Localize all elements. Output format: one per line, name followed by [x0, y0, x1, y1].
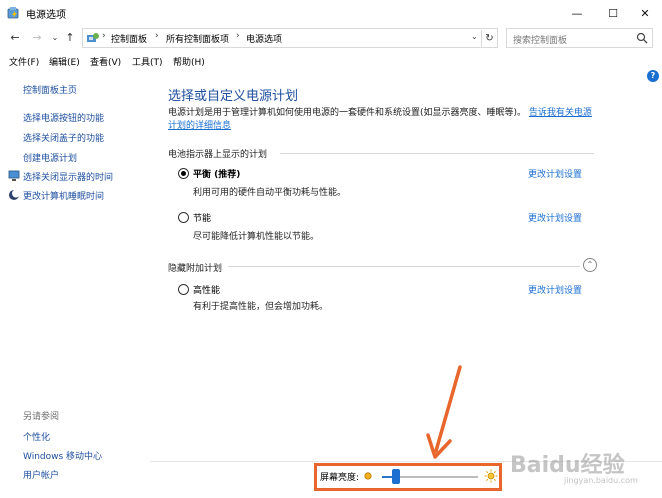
plan-description-high-performance: 有利于提高性能，但会增加功耗。 [193, 302, 329, 312]
sidebar-item-sleep[interactable]: 更改计算机睡眠时间 [23, 189, 104, 202]
refresh-icon: ↻ [485, 33, 494, 44]
description-text: 电源计划是用于管理计算机如何使用电源的一套硬件和系统设置(如显示器亮度、睡眠等)… [168, 108, 527, 118]
plan-name-high-performance[interactable]: 高性能 [193, 283, 220, 296]
title-bar: 电源选项 — ☐ ✕ [0, 0, 662, 26]
up-arrow-icon: ↑ [65, 31, 75, 44]
display-icon [8, 170, 20, 181]
sidebar-item-lid[interactable]: 选择关闭盖子的功能 [23, 131, 104, 144]
brightness-highlight-box [314, 463, 502, 491]
section-battery-plans: 电池指示器上显示的计划 [168, 150, 268, 160]
maximize-button[interactable]: ☐ [596, 0, 630, 26]
breadcrumb-power-options[interactable]: 电源选项 [246, 32, 282, 45]
change-plan-settings-high-performance[interactable]: 更改计划设置 [528, 283, 582, 296]
watermark-url: jingyan.baidu.com [564, 476, 638, 485]
breadcrumb-separator[interactable]: › [236, 31, 240, 41]
up-button[interactable]: ↑ [62, 29, 78, 47]
section-hidden-plans: 隐藏附加计划 [168, 264, 223, 274]
chevron-down-icon: ⌄ [51, 33, 59, 42]
forward-arrow-icon: → [32, 31, 42, 44]
address-field[interactable]: › 控制面板 › 所有控制面板项 › 电源选项 ⌄ ↻ [82, 28, 498, 48]
address-toolbar: ← → ⌄ ↑ › 控制面板 › 所有控制面板项 › 电源选项 ⌄ ↻ 搜索控制… [0, 27, 662, 49]
sidebar-item-display-off[interactable]: 选择关闭显示器的时间 [23, 170, 113, 183]
breadcrumb-all-items[interactable]: 所有控制面板项 [166, 32, 229, 45]
plan-radio-power-saver[interactable] [178, 212, 189, 223]
sleep-moon-icon [9, 189, 20, 200]
minimize-icon: — [571, 6, 583, 20]
search-input[interactable]: 搜索控制面板 [506, 28, 653, 48]
menu-bar: 文件(F) 编辑(E) 查看(V) 工具(T) 帮助(H) [0, 53, 662, 69]
change-plan-settings-balanced[interactable]: 更改计划设置 [528, 167, 582, 180]
search-placeholder: 搜索控制面板 [513, 36, 568, 46]
see-also-title: 另请参阅 [23, 412, 60, 422]
watermark-brand: Baidu经验 [510, 453, 625, 478]
section-divider [228, 266, 580, 267]
sidebar-item-create-plan[interactable]: 创建电源计划 [23, 151, 77, 164]
menu-file[interactable]: 文件(F) [9, 55, 39, 68]
maximize-icon: ☐ [608, 6, 618, 20]
breadcrumb-control-panel[interactable]: 控制面板 [111, 32, 147, 45]
menu-tools[interactable]: 工具(T) [132, 55, 163, 68]
forward-button[interactable]: → [29, 29, 45, 47]
plan-name-power-saver[interactable]: 节能 [193, 211, 211, 224]
power-options-icon [7, 7, 19, 19]
back-button[interactable]: ← [7, 29, 23, 47]
page-description: 电源计划是用于管理计算机如何使用电源的一套硬件和系统设置(如显示器亮度、睡眠等)… [168, 107, 598, 133]
see-also-user-accounts[interactable]: 用户帐户 [23, 468, 59, 481]
breadcrumb-separator[interactable]: › [155, 31, 159, 41]
menu-help[interactable]: 帮助(H) [173, 55, 205, 68]
plan-radio-high-performance[interactable] [178, 284, 189, 295]
help-icon[interactable]: ? [647, 70, 659, 82]
close-icon: ✕ [640, 6, 650, 20]
plan-description-power-saver: 尽可能降低计算机性能以节能。 [193, 232, 320, 242]
plan-name-balanced[interactable]: 平衡 (推荐) [193, 167, 240, 180]
annotation-arrow-icon [426, 365, 462, 459]
see-also-mobility-center[interactable]: Windows 移动中心 [23, 449, 102, 462]
sidebar-control-panel-home[interactable]: 控制面板主页 [23, 83, 77, 96]
sidebar-item-power-button[interactable]: 选择电源按钮的功能 [23, 111, 104, 124]
collapse-hidden-plans-button[interactable]: ⌃ [583, 258, 597, 272]
page-title: 选择或自定义电源计划 [168, 89, 299, 104]
change-plan-settings-power-saver[interactable]: 更改计划设置 [528, 211, 582, 224]
back-arrow-icon: ← [10, 31, 20, 44]
see-also-personalization[interactable]: 个性化 [23, 430, 50, 443]
address-dropdown-icon[interactable]: ⌄ [471, 32, 478, 41]
section-divider [280, 153, 594, 154]
refresh-button[interactable]: ↻ [481, 30, 497, 48]
menu-view[interactable]: 查看(V) [90, 55, 121, 68]
breadcrumb-separator: › [102, 31, 106, 41]
baidu-watermark: Baidu经验 jingyan.baidu.com [510, 447, 660, 489]
plan-description-balanced: 利用可用的硬件自动平衡功耗与性能。 [193, 188, 347, 198]
plan-radio-balanced[interactable] [178, 168, 189, 179]
recent-locations-button[interactable]: ⌄ [47, 29, 63, 47]
window-title: 电源选项 [26, 10, 66, 21]
minimize-button[interactable]: — [560, 0, 594, 26]
chevron-up-icon: ⌃ [586, 260, 594, 269]
search-icon [636, 32, 648, 44]
menu-edit[interactable]: 编辑(E) [49, 55, 80, 68]
control-panel-icon [87, 33, 99, 42]
close-button[interactable]: ✕ [628, 0, 662, 26]
